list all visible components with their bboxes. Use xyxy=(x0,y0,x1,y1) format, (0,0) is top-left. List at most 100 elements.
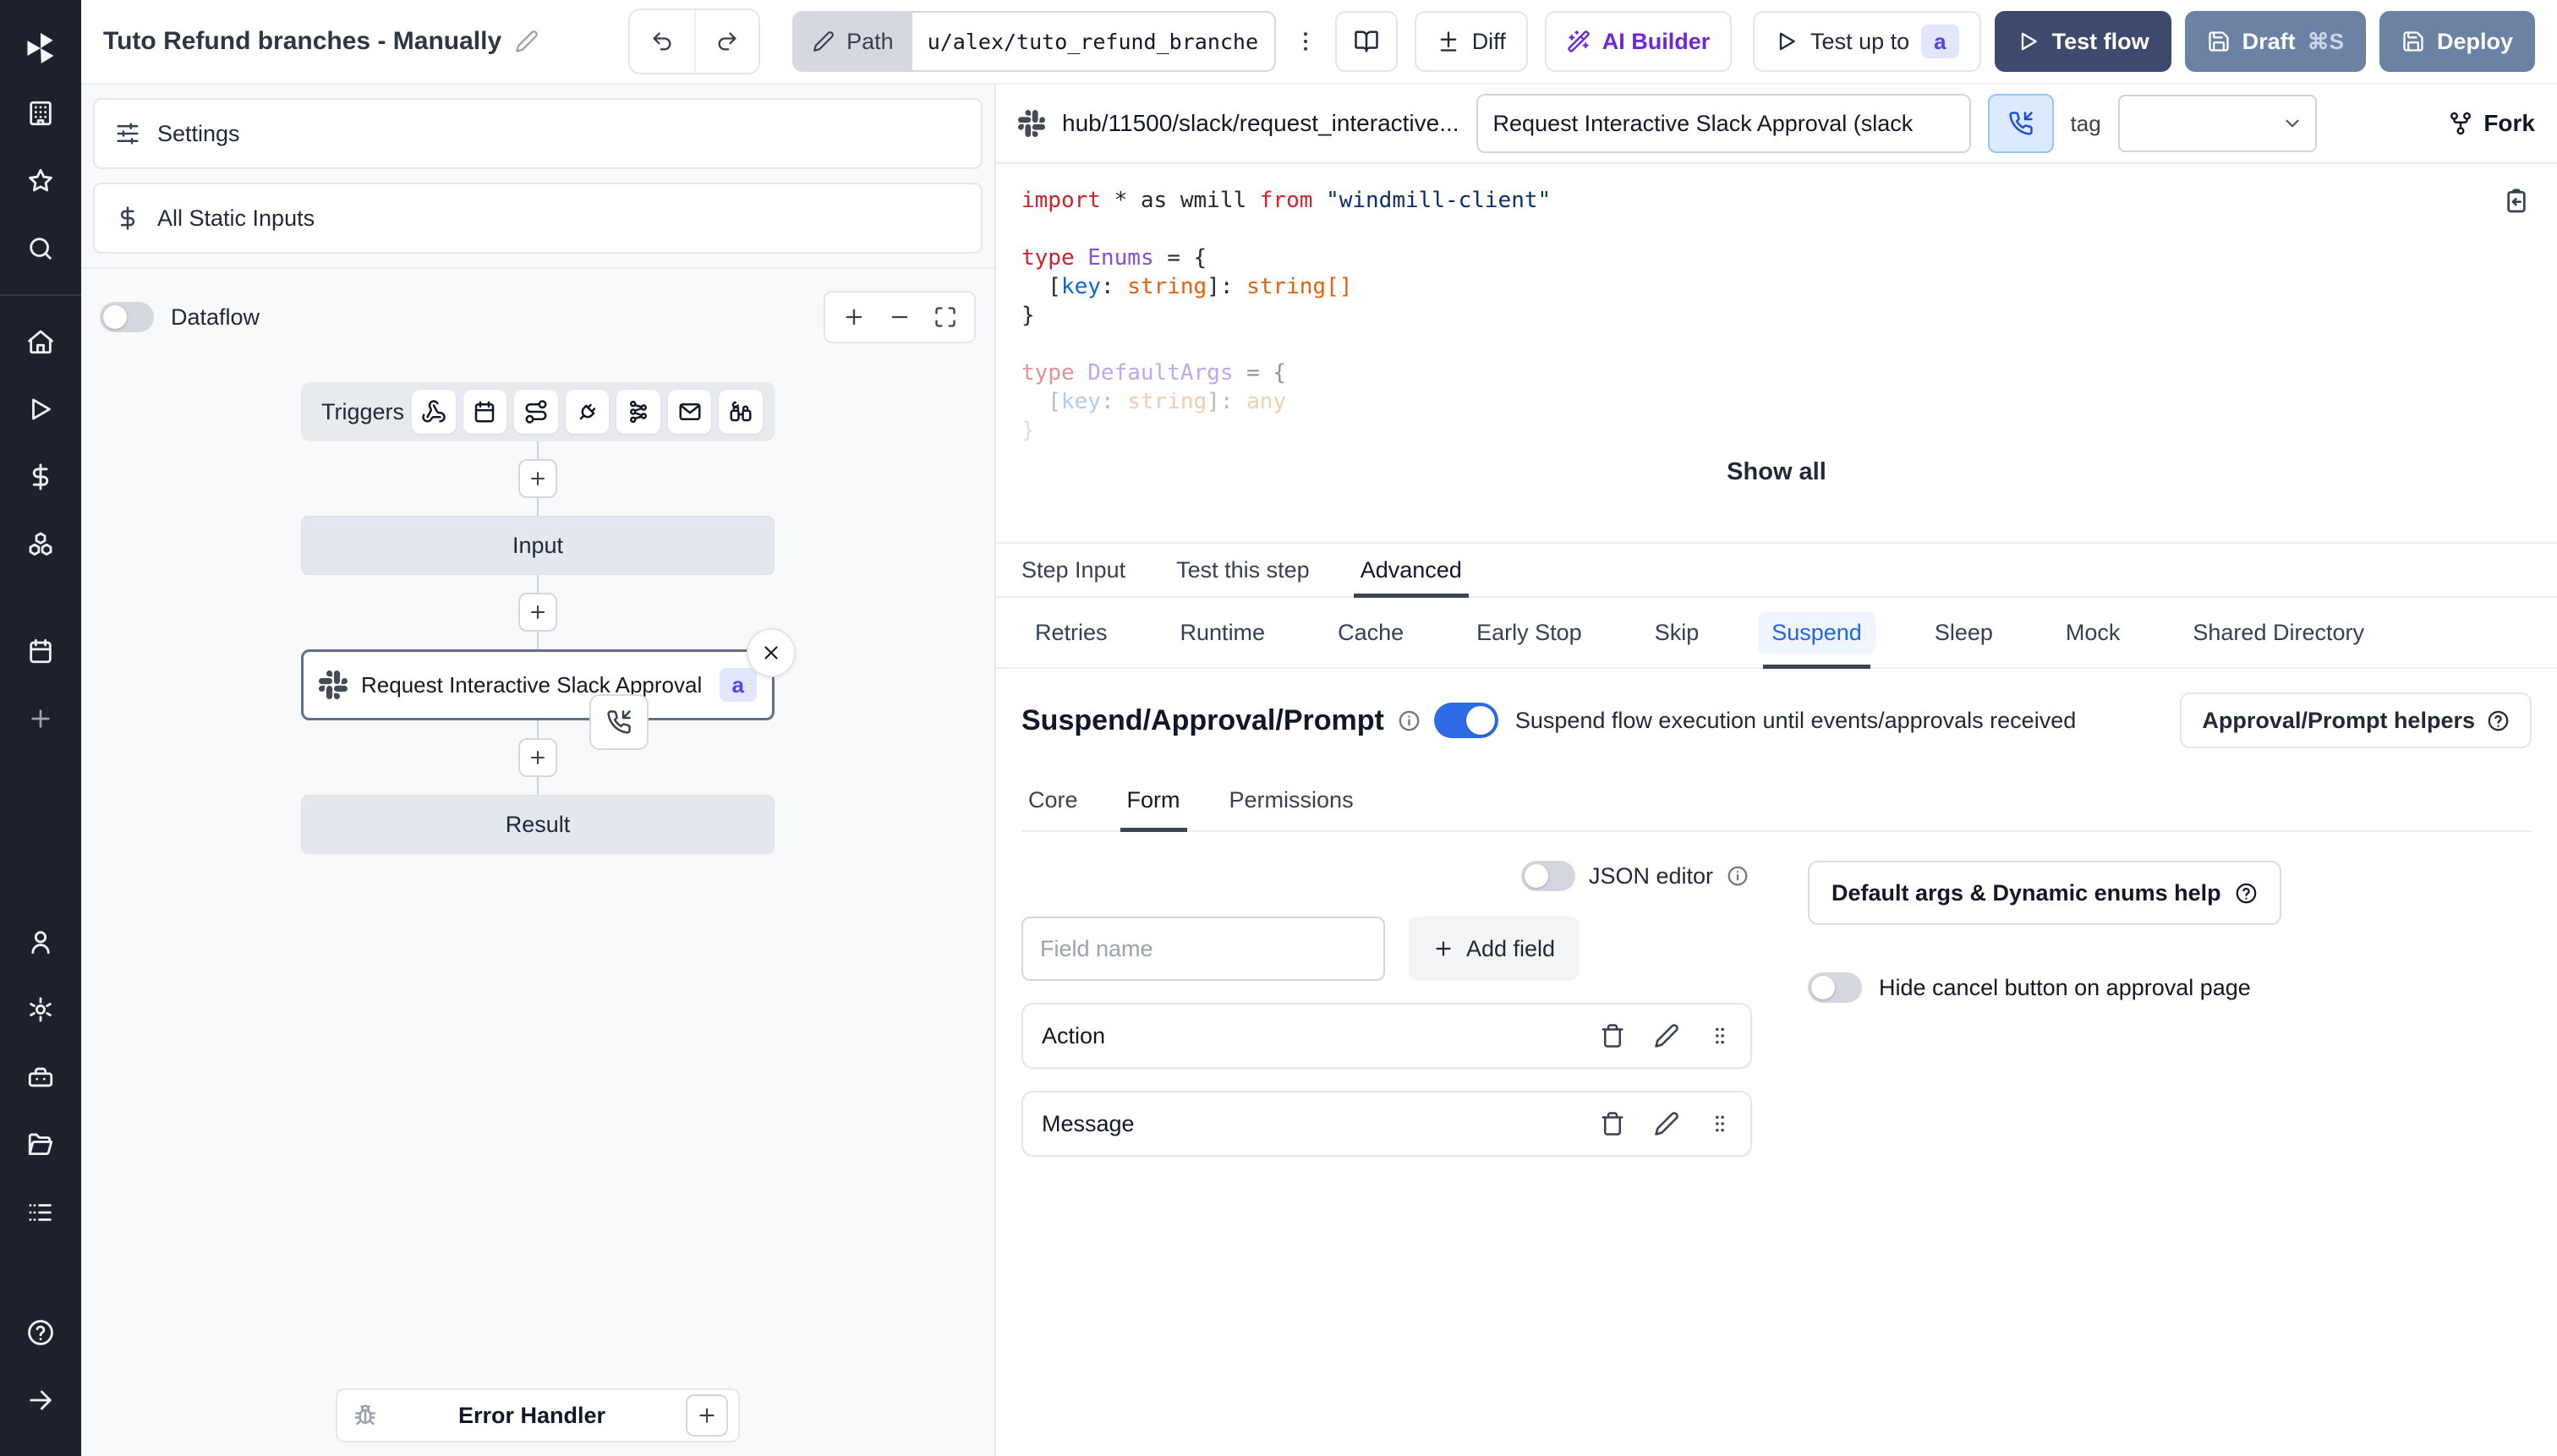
add-step-button[interactable] xyxy=(518,738,557,777)
step-summary-input[interactable] xyxy=(1476,94,1971,153)
email-trigger-icon[interactable] xyxy=(667,390,712,434)
kafka-trigger-icon[interactable] xyxy=(616,390,660,434)
edit-field-button[interactable] xyxy=(1654,1111,1679,1136)
webhook-trigger-icon[interactable] xyxy=(412,390,456,434)
add-step-button[interactable] xyxy=(518,593,557,632)
code-editor[interactable]: import * as wmill from "windmill-client"… xyxy=(996,164,2557,443)
flow-settings-card[interactable]: Settings xyxy=(93,98,983,169)
input-node[interactable]: Input xyxy=(301,516,775,575)
test-up-to-button[interactable]: Test up to a xyxy=(1753,11,1981,72)
folders-icon[interactable] xyxy=(0,1111,81,1179)
deploy-label: Deploy xyxy=(2436,28,2513,54)
wand-icon xyxy=(1567,30,1591,53)
drag-handle[interactable] xyxy=(1708,1024,1732,1048)
form-field-row-action[interactable]: Action xyxy=(1021,1003,1752,1069)
delete-step-button[interactable] xyxy=(747,628,796,677)
tab-permissions[interactable]: Permissions xyxy=(1226,787,1357,830)
static-inputs-card[interactable]: All Static Inputs xyxy=(93,183,983,254)
add-step-button[interactable] xyxy=(518,459,557,498)
json-editor-toggle[interactable] xyxy=(1520,861,1575,891)
show-all-button[interactable]: Show all xyxy=(1727,458,1826,486)
tab-form[interactable]: Form xyxy=(1120,787,1187,832)
suspend-indicator-button[interactable] xyxy=(1987,94,2054,153)
subtab-retries[interactable]: Retries xyxy=(1021,598,1121,667)
copy-code-button[interactable] xyxy=(2503,188,2530,215)
approval-prompt-helpers-button[interactable]: Approval/Prompt helpers xyxy=(2180,692,2532,748)
create-plus-icon[interactable] xyxy=(0,685,81,753)
field-name-input[interactable] xyxy=(1021,917,1385,981)
fork-button[interactable]: Fork xyxy=(2448,110,2535,137)
test-flow-button[interactable]: Test flow xyxy=(1994,11,2171,72)
docs-button[interactable] xyxy=(1334,11,1398,72)
account-user-icon[interactable] xyxy=(0,908,81,976)
subtab-mock[interactable]: Mock xyxy=(2052,598,2134,667)
favorites-star-icon[interactable] xyxy=(0,147,81,215)
draft-button[interactable]: Draft ⌘S xyxy=(2184,11,2366,72)
help-icon[interactable] xyxy=(0,1299,81,1366)
hide-cancel-toggle[interactable] xyxy=(1808,972,1862,1003)
hub-script-path[interactable]: hub/11500/slack/request_interactive... xyxy=(1062,110,1459,137)
search-icon[interactable] xyxy=(0,215,81,282)
tab-test-this-step[interactable]: Test this step xyxy=(1176,544,1310,596)
subtab-sleep[interactable]: Sleep xyxy=(1921,598,2007,667)
settings-gear-icon[interactable] xyxy=(0,976,81,1043)
workers-icon[interactable] xyxy=(0,1043,81,1111)
info-icon[interactable] xyxy=(1727,865,1749,887)
tab-step-input[interactable]: Step Input xyxy=(1021,544,1125,596)
subtab-skip[interactable]: Skip xyxy=(1641,598,1713,667)
fit-view-button[interactable] xyxy=(925,297,966,337)
schedule-trigger-icon[interactable] xyxy=(463,390,507,434)
path-chip[interactable]: Path xyxy=(794,13,912,70)
drag-handle[interactable] xyxy=(1708,1112,1732,1136)
zoom-out-button[interactable] xyxy=(879,297,920,337)
deploy-button[interactable]: Deploy xyxy=(2379,11,2535,72)
websocket-trigger-icon[interactable] xyxy=(565,390,610,434)
collapse-arrow-icon[interactable] xyxy=(0,1366,81,1434)
undo-button[interactable] xyxy=(630,10,695,73)
default-args-help-button[interactable]: Default args & Dynamic enums help xyxy=(1808,861,2281,925)
resources-boxes-icon[interactable] xyxy=(0,511,81,578)
add-error-handler-button[interactable] xyxy=(686,1394,728,1437)
windmill-logo[interactable] xyxy=(0,17,81,79)
subtab-runtime[interactable]: Runtime xyxy=(1167,598,1279,667)
runs-play-icon[interactable] xyxy=(0,375,81,443)
suspend-enabled-toggle[interactable] xyxy=(1433,703,1498,738)
zoom-in-button[interactable] xyxy=(834,297,874,337)
suspend-phone-badge[interactable] xyxy=(589,694,649,750)
subtab-suspend[interactable]: Suspend xyxy=(1758,598,1875,669)
poll-trigger-icon[interactable] xyxy=(719,390,763,434)
info-icon[interactable] xyxy=(1398,709,1421,732)
path-input[interactable] xyxy=(912,13,1274,70)
ai-builder-button[interactable]: AI Builder xyxy=(1544,11,1733,72)
workspace-icon[interactable] xyxy=(0,79,81,147)
selected-step-node[interactable]: Request Interactive Slack Approval (... … xyxy=(301,628,796,750)
edit-title-icon[interactable] xyxy=(515,30,539,53)
more-options-kebab-icon[interactable] xyxy=(1293,29,1318,54)
subtab-early-stop[interactable]: Early Stop xyxy=(1463,598,1596,667)
subtab-cache[interactable]: Cache xyxy=(1324,598,1417,667)
add-field-button[interactable]: Add field xyxy=(1409,917,1580,981)
delete-field-button[interactable] xyxy=(1600,1111,1625,1136)
audit-logs-icon[interactable] xyxy=(0,1179,81,1246)
diff-icon xyxy=(1437,30,1460,53)
step-id-badge: a xyxy=(1921,25,1959,58)
form-field-row-message[interactable]: Message xyxy=(1021,1091,1752,1157)
redo-button[interactable] xyxy=(694,10,759,73)
http-route-trigger-icon[interactable] xyxy=(514,390,558,434)
triggers-node[interactable]: Triggers xyxy=(301,382,775,441)
tab-core[interactable]: Core xyxy=(1025,787,1081,830)
dataflow-toggle[interactable] xyxy=(100,302,154,332)
edit-field-button[interactable] xyxy=(1654,1023,1679,1048)
subtab-shared-directory[interactable]: Shared Directory xyxy=(2179,598,2378,667)
step-detail-header: hub/11500/slack/request_interactive... t… xyxy=(996,85,2557,164)
home-icon[interactable] xyxy=(0,308,81,375)
delete-field-button[interactable] xyxy=(1600,1023,1625,1048)
schedules-calendar-icon[interactable] xyxy=(0,617,81,685)
error-handler-bar[interactable]: Error Handler xyxy=(336,1388,740,1442)
result-node[interactable]: Result xyxy=(301,795,775,854)
tab-advanced[interactable]: Advanced xyxy=(1353,544,1469,598)
tag-select[interactable] xyxy=(2117,95,2317,152)
app-window: Tuto Refund branches - Manually Path Dif… xyxy=(0,0,2557,1456)
variables-dollar-icon[interactable] xyxy=(0,443,81,511)
diff-button[interactable]: Diff xyxy=(1414,11,1528,72)
